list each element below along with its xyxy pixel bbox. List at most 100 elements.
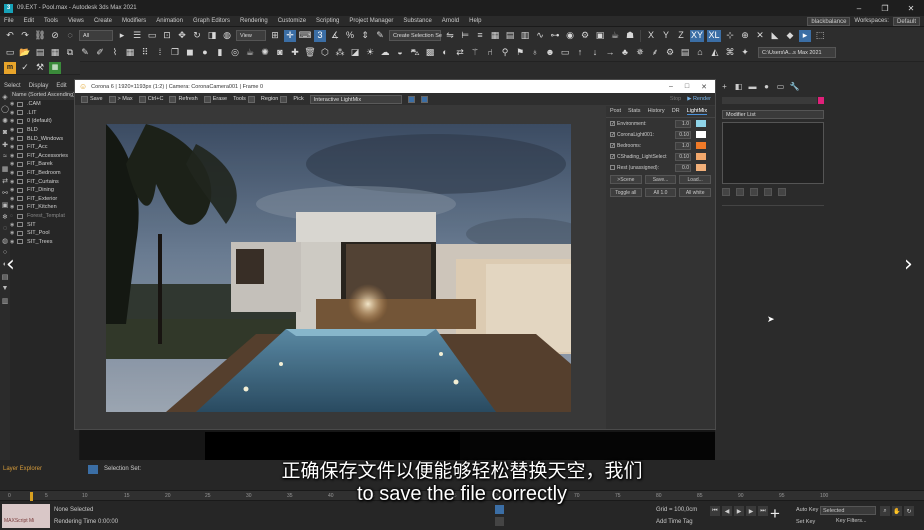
layer-icon[interactable]: ≡ [474, 30, 486, 42]
converter-icon[interactable]: ⇄ [454, 47, 466, 59]
lightmix-value[interactable]: 0.10 [675, 130, 691, 139]
previous-slide-button[interactable]: ‹ [6, 252, 15, 277]
set-key-icon[interactable]: + [770, 504, 780, 524]
camera-icon[interactable]: ◙ [274, 47, 286, 59]
filter-cameras-icon[interactable]: ◙ [0, 129, 10, 139]
lightmix-to-scene-button[interactable]: >Scene [610, 175, 642, 184]
menu-project-manager[interactable]: Project Manager [349, 18, 393, 24]
next-slide-button[interactable]: › [904, 252, 913, 277]
make-unique-icon[interactable] [750, 188, 758, 196]
vfb-minimize-button[interactable]: – [669, 83, 673, 91]
mirror-icon[interactable]: ⇋ [444, 30, 456, 42]
chair-icon[interactable]: ⑁ [484, 47, 496, 59]
explorer-select-menu[interactable]: Select [4, 83, 21, 89]
keyboard-shortcut-icon[interactable]: ⌨ [299, 30, 312, 42]
pivot-icon[interactable]: ⊞ [269, 30, 281, 42]
schematic-view-icon[interactable]: ⊶ [549, 30, 561, 42]
lightmix-all-one-button[interactable]: All 1.0 [644, 188, 677, 197]
vfb-render-button[interactable]: ▶ Render [687, 96, 715, 102]
bind-space-warp-icon[interactable]: ◌ [64, 30, 76, 42]
lightmix-checkbox[interactable]: ✓ [610, 121, 615, 127]
axis-y-button[interactable]: Y [660, 30, 672, 42]
open-icon[interactable]: 📂 [19, 47, 31, 59]
auto-key-button[interactable]: Auto Key [796, 507, 818, 513]
layer-row[interactable]: ◉ SIT [10, 220, 80, 229]
eye-icon[interactable]: ◉ [10, 196, 17, 202]
eye-icon[interactable]: ◉ [10, 204, 17, 210]
layer-row[interactable]: ◉ FIT_Bedroom [10, 169, 80, 178]
arrow-right-icon[interactable]: → [604, 47, 616, 59]
show-end-result-icon[interactable] [736, 188, 744, 196]
minimize-button[interactable]: – [846, 0, 872, 16]
reference-coord-dropdown[interactable]: View [236, 30, 266, 41]
zoom-icon[interactable]: ⌕ [880, 506, 890, 516]
eye-icon[interactable]: ◉ [10, 144, 17, 150]
spacing-icon[interactable]: ⁞ [154, 47, 166, 59]
motion-tab-icon[interactable]: ● [762, 82, 771, 91]
vfb-stop-button[interactable]: Stop [670, 96, 681, 102]
arrow-down-icon[interactable]: ↓ [589, 47, 601, 59]
modify-tab-icon[interactable]: ◧ [734, 82, 743, 91]
grass-icon[interactable]: ⸙ [649, 47, 661, 59]
align-icon[interactable]: ⊨ [459, 30, 471, 42]
spinner-snap-icon[interactable]: ⇕ [359, 30, 371, 42]
layer-row[interactable]: ◉ FIT_Dining [10, 186, 80, 195]
axis-x-button[interactable]: X [645, 30, 657, 42]
lightmix-value[interactable]: 1.0 [675, 119, 691, 128]
filter-all-icon[interactable]: ◍ [0, 237, 10, 247]
lightmix-all-white-button[interactable]: All white [679, 188, 712, 197]
scale-icon[interactable]: ◨ [206, 30, 218, 42]
lightmix-value[interactable]: 0.0 [675, 163, 691, 172]
pan-icon[interactable]: ✋ [892, 506, 902, 516]
selection-filter-dropdown[interactable]: All [79, 30, 113, 41]
paint-icon[interactable]: ⌇ [109, 47, 121, 59]
vfb-maximize-button[interactable]: □ [685, 83, 689, 91]
layer-row[interactable]: ◉ FIT_Acc [10, 143, 80, 152]
mask-icon[interactable]: ☻ [544, 47, 556, 59]
ribbon-icon[interactable]: ▥ [519, 30, 531, 42]
vfb-tools-button[interactable]: Tools [233, 95, 255, 103]
axis-xy-button[interactable]: XY [690, 29, 704, 42]
snap-edge-icon[interactable]: ◣ [769, 30, 781, 42]
toggle-layer-explorer-icon[interactable]: ▤ [504, 30, 516, 42]
filter-bones-icon[interactable]: ⚯ [0, 189, 10, 199]
filter-hidden-icon[interactable]: ◌ [0, 225, 10, 235]
folder-icon[interactable]: ▭ [4, 47, 16, 59]
snap-pivot-icon[interactable]: ⊕ [739, 30, 751, 42]
material-editor-icon[interactable]: ◉ [564, 30, 576, 42]
filter-groups-icon[interactable]: ▦ [0, 165, 10, 175]
proxy-icon[interactable]: ⬡ [319, 47, 331, 59]
vfb-erase-button[interactable]: Erase [203, 95, 227, 103]
bank-icon[interactable]: ⌂ [694, 47, 706, 59]
grid-tool-icon[interactable]: ▦ [124, 47, 136, 59]
cube-icon[interactable]: ◼ [184, 47, 196, 59]
render-iterative-icon[interactable]: ☗ [624, 30, 636, 42]
lightmix-checkbox[interactable]: ✓ [610, 132, 615, 138]
utilities-tab-icon[interactable]: 🔧 [790, 82, 800, 91]
tab-lightmix[interactable]: LightMix [686, 108, 708, 115]
modifier-list-dropdown[interactable]: Modifier List [722, 110, 824, 119]
layer-row[interactable]: ◉ .LIT [10, 109, 80, 118]
terrain-icon[interactable]: ◭ [709, 47, 721, 59]
placement-icon[interactable]: ◍ [221, 30, 233, 42]
window-crossing-icon[interactable]: ⊡ [161, 30, 173, 42]
lightmix-row-coronalight[interactable]: ✓ CoronaLight001: 0.10 [606, 129, 715, 140]
layer-row[interactable]: ◉ SIT_Trees [10, 238, 80, 247]
render-setup-icon[interactable]: ⚙ [579, 30, 591, 42]
key-selection-dropdown[interactable]: Selected [820, 506, 876, 515]
lightmix-color-swatch[interactable] [696, 131, 706, 138]
particle-icon[interactable]: ✦ [739, 47, 751, 59]
lightmix-row-bedrooms[interactable]: ✓ Bedrooms: 1.0 [606, 140, 715, 151]
teapot-icon[interactable]: ☕ [244, 47, 256, 59]
maximize-button[interactable]: ❐ [872, 0, 898, 16]
vfb-pick-button[interactable]: Pick [293, 96, 303, 102]
percent-snap-icon[interactable]: % [344, 30, 356, 42]
menu-scripting[interactable]: Scripting [316, 18, 339, 24]
tab-dr[interactable]: DR [672, 108, 680, 115]
user-account-button[interactable]: blackbalance [807, 16, 851, 26]
menu-animation[interactable]: Animation [156, 18, 183, 24]
car-icon[interactable]: ⛍ [409, 47, 421, 59]
torus-icon[interactable]: ◎ [229, 47, 241, 59]
orbit-icon[interactable]: ↻ [904, 506, 914, 516]
layer-row[interactable]: ◉ 0 (default) [10, 117, 80, 126]
